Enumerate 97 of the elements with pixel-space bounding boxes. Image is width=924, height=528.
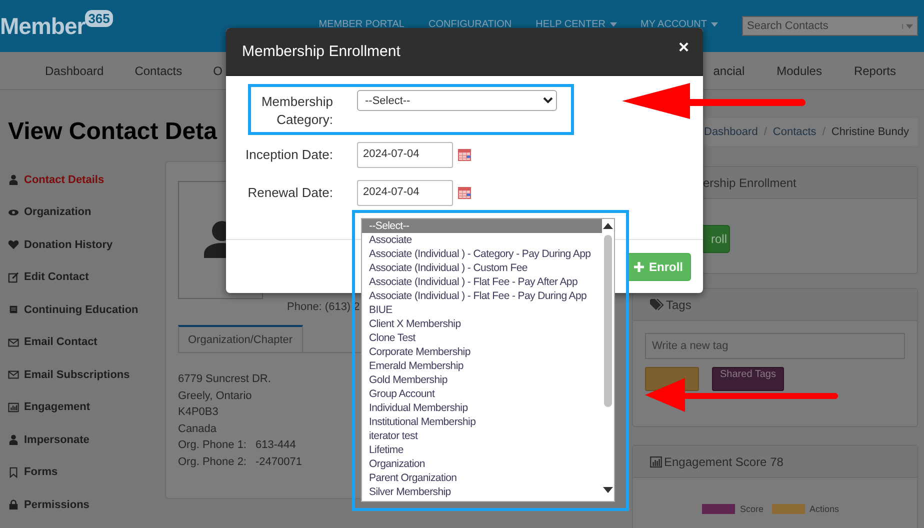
option-item[interactable]: Clone Test (362, 331, 602, 345)
address-line: Greely, Ontario (178, 390, 252, 402)
person-silhouette-icon (202, 218, 227, 258)
option-item[interactable]: Associate (Individual ) - Custom Fee (362, 261, 602, 275)
field-label: Inception Date: (244, 146, 333, 164)
legend-label: Score (740, 504, 764, 514)
option-item[interactable]: Institutional Membership (362, 415, 602, 429)
sidebar-item[interactable]: Forms (8, 466, 165, 478)
option-item[interactable]: Corporate Membership (362, 345, 602, 359)
nav-tab[interactable]: Modules (776, 64, 822, 78)
option-item[interactable]: Associate (Individual ) - Flat Fee - Pay During App (362, 289, 602, 303)
scroll-up-icon (603, 223, 613, 229)
field-value: -2470071 (256, 456, 302, 468)
nav-tab[interactable]: ancial (713, 64, 745, 78)
field-label: Org. Phone 1: (178, 439, 246, 451)
field-value: 613-444 (256, 439, 296, 451)
breadcrumb-separator: / (764, 126, 767, 138)
scroll-down-icon (603, 487, 613, 493)
option-item[interactable]: Group Account (362, 387, 602, 401)
bar-chart-icon (650, 456, 662, 468)
search-field[interactable]: Search Contacts (742, 16, 918, 36)
bookmark-icon (8, 466, 19, 478)
option-item[interactable]: Emerald Membership (362, 359, 602, 373)
nav-tab[interactable]: O (213, 64, 222, 78)
sidebar-item[interactable]: Organization (8, 206, 165, 218)
option-item[interactable]: Gold Membership (362, 373, 602, 387)
option-item[interactable]: Parent Organization (362, 471, 602, 485)
chevron-down-icon (543, 97, 553, 104)
eye-icon (8, 206, 19, 218)
field-label: Membership Category: (260, 93, 333, 129)
date-field[interactable]: 2024-07-04 (357, 142, 453, 168)
logo-badge: 365 (85, 10, 113, 26)
calendar-icon[interactable] (458, 187, 471, 199)
chart-icon (8, 402, 19, 412)
option-item[interactable]: iterator test (362, 429, 602, 443)
option-item[interactable]: Associate (Individual ) - Category - Pay During App (362, 247, 602, 261)
breadcrumb-link[interactable]: Dashboard (704, 126, 758, 138)
dialog-title: Membership Enrollment (242, 43, 400, 60)
book-icon (8, 304, 19, 315)
user-icon (8, 174, 19, 185)
logo-text: Member (0, 12, 86, 40)
close-button[interactable]: × (678, 37, 689, 58)
panel-title: ership Enrollment (703, 176, 796, 190)
envelope-icon (8, 369, 19, 380)
option-item[interactable]: Silver Membership (362, 485, 602, 499)
option-item[interactable]: Client X Membership (362, 317, 602, 331)
edit-icon (8, 272, 19, 282)
category-select[interactable]: --Select-- (357, 90, 557, 111)
sidebar-item[interactable]: Email Subscriptions (8, 368, 165, 381)
user-icon (8, 434, 19, 445)
tag-input-field[interactable]: Write a new tag (645, 333, 905, 359)
legend-label: Actions (810, 504, 840, 514)
tag-icon (650, 298, 664, 310)
address-line: K4P0B3 (178, 406, 218, 418)
breadcrumb-link[interactable]: Contacts (772, 126, 816, 138)
sidebar-item[interactable]: Continuing Education (8, 303, 165, 316)
sidebar-item[interactable]: Email Contact (8, 336, 165, 348)
option-item[interactable]: Organization (362, 457, 602, 471)
option-item[interactable]: Individual Membership (362, 401, 602, 415)
top-menu-link[interactable]: MY ACCOUNT (640, 19, 718, 30)
nav-tab[interactable]: Reports (854, 64, 896, 78)
top-menu-link[interactable]: CONFIGURATION (428, 19, 512, 30)
sidebar-item[interactable]: Edit Contact (8, 270, 165, 284)
organization-tab[interactable]: Organization/Chapter (178, 325, 303, 352)
top-menu-link[interactable]: MEMBER PORTAL (318, 19, 404, 30)
sidebar-item[interactable]: Donation History (8, 238, 165, 251)
sidebar-item[interactable]: Contact Details (8, 173, 165, 186)
field-label: Org. Phone 2: (178, 456, 246, 468)
plus-icon (634, 262, 644, 272)
date-field[interactable]: 2024-07-04 (357, 180, 453, 206)
top-menu-link[interactable]: HELP CENTER (536, 19, 616, 30)
option-item[interactable]: BIUE (362, 303, 602, 317)
nav-tab[interactable]: Dashboard (45, 64, 104, 78)
breadcrumb-link[interactable]: Christine Bundy (831, 126, 910, 138)
panel-title: Tags (666, 298, 692, 312)
option-item[interactable]: Associate (362, 233, 602, 247)
nav-tab[interactable]: Contacts (134, 64, 182, 78)
calendar-icon[interactable] (458, 149, 471, 161)
breadcrumb-separator: / (822, 126, 826, 138)
sidebar-item[interactable]: Impersonate (8, 433, 165, 446)
option-item[interactable]: --Select-- (362, 219, 602, 233)
sidebar-item[interactable]: Engagement (8, 400, 165, 414)
field-label: Renewal Date: (246, 184, 333, 202)
sidebar-item[interactable]: Permissions (8, 498, 165, 511)
caret-icon (902, 24, 913, 28)
address-line: Canada (178, 422, 217, 434)
option-item[interactable]: Lifetime (362, 443, 602, 457)
heart-icon (8, 239, 19, 250)
enroll-button[interactable]: Enroll (626, 253, 691, 281)
option-item[interactable]: Associate (Individual ) - Flat Fee - Pay After App (362, 275, 602, 289)
page-title: View Contact Deta (8, 118, 217, 146)
enroll-button[interactable]: roll (700, 225, 730, 253)
lock-icon (8, 499, 19, 510)
shared-tags-button[interactable]: Shared Tags (712, 367, 784, 391)
panel-title: Engagement Score 78 (664, 454, 784, 468)
address-line: 6779 Suncrest DR. (178, 373, 271, 385)
envelope-icon (8, 336, 19, 348)
